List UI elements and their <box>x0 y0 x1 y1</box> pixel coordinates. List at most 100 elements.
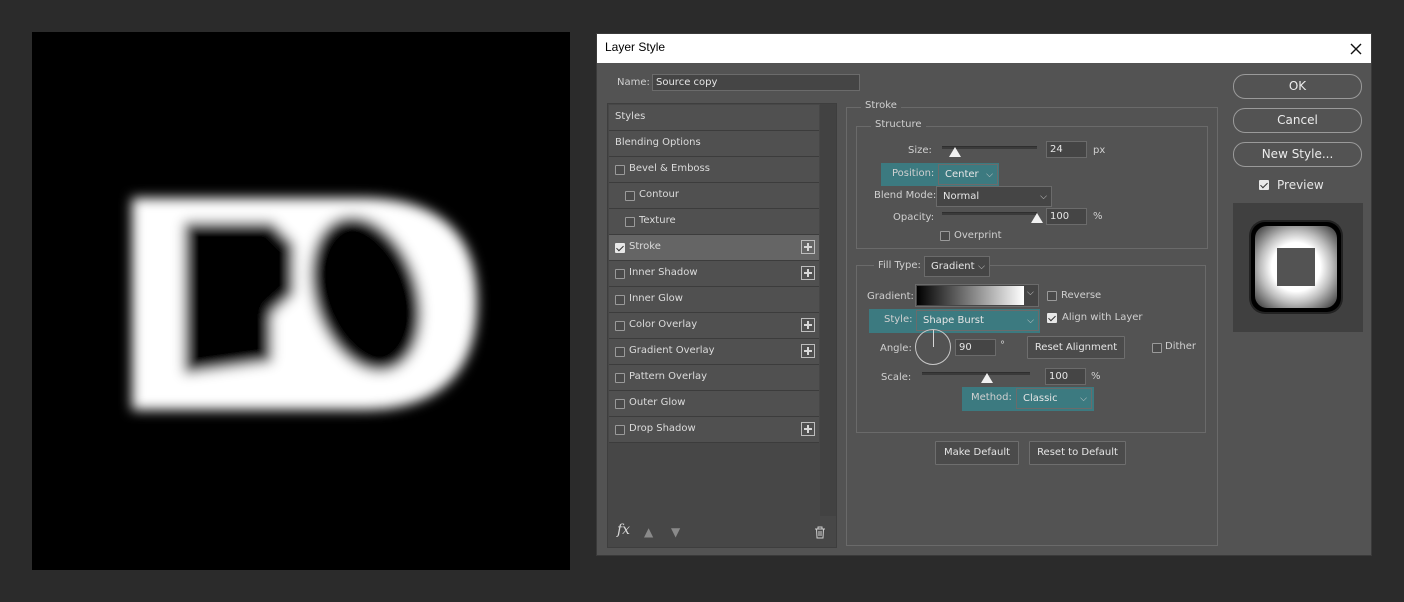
scale-slider-thumb[interactable] <box>981 373 993 383</box>
style-item-contour[interactable]: Contour <box>609 183 819 209</box>
style-checkbox[interactable] <box>615 321 625 331</box>
style-item-inner-glow[interactable]: Inner Glow <box>609 287 819 313</box>
style-checkbox[interactable] <box>615 295 625 305</box>
size-unit: px <box>1093 145 1106 156</box>
add-icon[interactable] <box>801 422 815 436</box>
add-icon[interactable] <box>801 240 815 254</box>
preview-inner <box>1277 248 1315 286</box>
style-item-bevel-emboss[interactable]: Bevel & Emboss <box>609 157 819 183</box>
method-value: Classic <box>1023 393 1058 404</box>
style-item-gradient-overlay[interactable]: Gradient Overlay <box>609 339 819 365</box>
reset-alignment-button[interactable]: Reset Alignment <box>1027 336 1125 359</box>
style-item-stroke[interactable]: Stroke <box>609 235 819 261</box>
gradient-picker[interactable]: ⌵ <box>915 284 1039 307</box>
opacity-label: Opacity: <box>893 212 935 223</box>
style-checkbox[interactable] <box>625 191 635 201</box>
preview-glow <box>1255 226 1337 308</box>
style-checkbox[interactable] <box>615 425 625 435</box>
overprint-checkbox[interactable] <box>940 231 950 241</box>
reset-to-default-button[interactable]: Reset to Default <box>1029 441 1126 465</box>
style-item-label: Color Overlay <box>629 319 698 330</box>
document-canvas[interactable] <box>32 32 570 570</box>
scale-unit: % <box>1091 371 1101 382</box>
chevron-down-icon: ⌵ <box>1027 316 1034 326</box>
style-checkbox[interactable] <box>615 165 625 175</box>
styles-scrollbar[interactable] <box>820 104 836 516</box>
close-icon[interactable] <box>1345 38 1367 60</box>
gradient-style-dropdown[interactable]: Shape Burst ⌵ <box>916 310 1039 331</box>
fill-type-dropdown[interactable]: Gradient ⌵ <box>924 256 990 277</box>
cancel-button[interactable]: Cancel <box>1233 108 1362 133</box>
structure-title: Structure <box>871 119 926 130</box>
scale-slider-track[interactable] <box>922 372 1030 375</box>
opacity-slider-track[interactable] <box>942 212 1037 215</box>
ok-button[interactable]: OK <box>1233 74 1362 99</box>
align-with-layer-label: Align with Layer <box>1062 312 1143 323</box>
method-label: Method: <box>971 392 1012 403</box>
blend-mode-dropdown[interactable]: Normal ⌵ <box>936 186 1052 207</box>
styles-list: Styles Blending Options Bevel & Emboss Cont… <box>607 103 837 548</box>
angle-dial-needle <box>933 330 934 347</box>
method-dropdown[interactable]: Classic ⌵ <box>1016 388 1092 409</box>
align-with-layer-checkbox[interactable] <box>1047 313 1057 323</box>
style-item-label: Outer Glow <box>629 397 686 408</box>
blend-mode-value: Normal <box>943 191 980 202</box>
style-checkbox[interactable] <box>625 217 635 227</box>
reverse-checkbox[interactable] <box>1047 291 1057 301</box>
style-item-label: Bevel & Emboss <box>629 163 710 174</box>
style-item-blending-options[interactable]: Blending Options <box>609 131 819 157</box>
reverse-label: Reverse <box>1061 290 1102 301</box>
size-slider-thumb[interactable] <box>949 147 961 157</box>
style-item-label: Inner Glow <box>629 293 683 304</box>
overprint-label: Overprint <box>954 230 1002 241</box>
new-style-button[interactable]: New Style... <box>1233 142 1362 167</box>
preview-checkbox[interactable] <box>1259 180 1269 190</box>
style-item-label: Drop Shadow <box>629 423 696 434</box>
preview-label: Preview <box>1277 178 1324 192</box>
style-item-styles[interactable]: Styles <box>609 105 819 131</box>
dither-checkbox[interactable] <box>1152 343 1162 353</box>
gradient-swatch[interactable] <box>917 286 1024 305</box>
size-field[interactable]: 24 <box>1046 141 1087 158</box>
style-checkbox[interactable] <box>615 399 625 409</box>
style-checkbox[interactable] <box>615 373 625 383</box>
opacity-slider-thumb[interactable] <box>1031 213 1043 223</box>
dither-label: Dither <box>1165 341 1197 352</box>
make-default-button[interactable]: Make Default <box>935 441 1019 465</box>
style-label: Style: <box>884 314 913 325</box>
chevron-down-icon: ⌵ <box>1040 192 1047 202</box>
style-item-color-overlay[interactable]: Color Overlay <box>609 313 819 339</box>
style-item-inner-shadow[interactable]: Inner Shadow <box>609 261 819 287</box>
fx-icon[interactable]: fx <box>617 522 630 538</box>
gradient-label: Gradient: <box>867 291 914 302</box>
style-item-label: Styles <box>615 111 646 122</box>
style-checkbox[interactable] <box>615 347 625 357</box>
style-item-drop-shadow[interactable]: Drop Shadow <box>609 417 819 443</box>
add-icon[interactable] <box>801 318 815 332</box>
trash-icon[interactable] <box>814 526 826 542</box>
gradient-style-value: Shape Burst <box>923 315 984 326</box>
style-item-label: Blending Options <box>615 137 701 148</box>
scale-field[interactable]: 100 <box>1045 368 1086 385</box>
name-field[interactable]: Source copy <box>652 74 860 91</box>
move-up-icon[interactable]: ▲ <box>644 525 653 539</box>
add-icon[interactable] <box>801 344 815 358</box>
add-icon[interactable] <box>801 266 815 280</box>
preview-thumbnail <box>1233 203 1363 332</box>
style-checkbox[interactable] <box>615 269 625 279</box>
chevron-down-icon[interactable]: ⌵ <box>1027 288 1034 298</box>
style-item-label: Pattern Overlay <box>629 371 708 382</box>
style-item-outer-glow[interactable]: Outer Glow <box>609 391 819 417</box>
title-bar: Layer Style <box>597 34 1371 63</box>
size-label: Size: <box>908 145 932 156</box>
style-checkbox[interactable] <box>615 243 625 253</box>
fill-type-label: Fill Type: <box>874 260 925 271</box>
move-down-icon[interactable]: ▼ <box>671 525 680 539</box>
angle-dial[interactable] <box>915 329 951 365</box>
chevron-down-icon: ⌵ <box>986 170 993 180</box>
style-item-texture[interactable]: Texture <box>609 209 819 235</box>
style-item-pattern-overlay[interactable]: Pattern Overlay <box>609 365 819 391</box>
position-dropdown[interactable]: Center ⌵ <box>938 164 998 185</box>
opacity-field[interactable]: 100 <box>1046 208 1087 225</box>
angle-field[interactable]: 90 <box>955 339 996 356</box>
